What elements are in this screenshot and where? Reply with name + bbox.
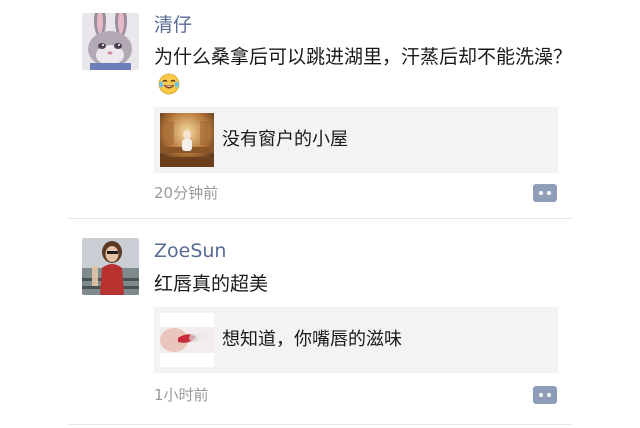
moment-post: 清仔 为什么桑拿后可以跳进湖里，汗蒸后却不能洗澡？ 没有窗户的小屋 20分钟前 (0, 0, 640, 218)
link-title: 没有窗户的小屋 (222, 129, 348, 150)
comment-icon (533, 386, 557, 404)
post-time: 1小时前 (154, 386, 209, 404)
shared-link-card[interactable]: 想知道，你嘴唇的滋味 (154, 307, 558, 373)
post-divider (68, 424, 572, 425)
post-text: 为什么桑拿后可以跳进湖里，汗蒸后却不能洗澡？ (154, 43, 574, 99)
user-avatar[interactable] (82, 238, 139, 295)
red-lips-thumbnail-icon (160, 313, 214, 367)
comment-icon (533, 184, 557, 202)
link-thumbnail (160, 113, 214, 167)
username[interactable]: 清仔 (154, 13, 192, 37)
post-text-body: 红唇真的超美 (154, 273, 269, 295)
sauna-room-thumbnail-icon (160, 113, 214, 167)
username[interactable]: ZoeSun (154, 239, 226, 263)
post-text-body: 为什么桑拿后可以跳进湖里，汗蒸后却不能洗澡？ (154, 46, 573, 68)
comment-button[interactable] (533, 184, 557, 202)
shared-link-card[interactable]: 没有窗户的小屋 (154, 107, 558, 173)
comment-button[interactable] (533, 386, 557, 404)
tears-of-joy-emoji-icon (158, 73, 180, 95)
moment-post: ZoeSun 红唇真的超美 想知道，你嘴唇的滋味 1小时前 (0, 219, 640, 428)
user-avatar[interactable] (82, 13, 139, 70)
post-text: 红唇真的超美 (154, 270, 574, 298)
link-title: 想知道，你嘴唇的滋味 (222, 329, 402, 350)
woman-portrait-avatar-icon (82, 238, 139, 295)
post-time: 20分钟前 (154, 184, 219, 202)
link-thumbnail (160, 313, 214, 367)
cartoon-bunny-avatar-icon (82, 13, 139, 70)
